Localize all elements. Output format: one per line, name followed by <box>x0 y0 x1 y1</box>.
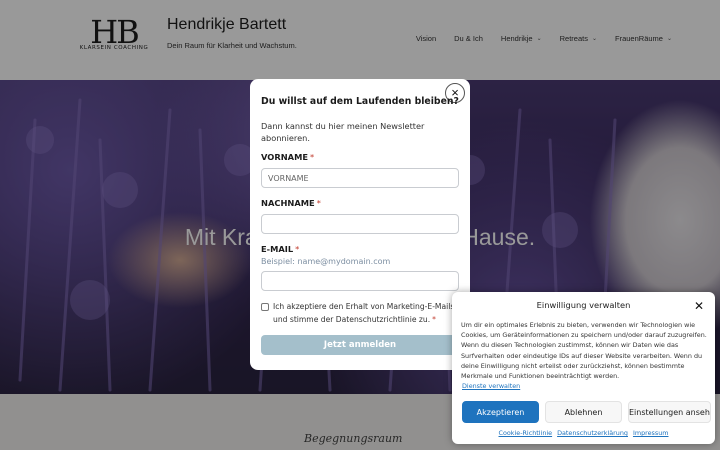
manage-services-link[interactable]: Dienste verwalten <box>462 382 520 390</box>
email-input[interactable] <box>261 271 459 291</box>
newsletter-intro: Dann kannst du hier meinen Newsletter ab… <box>261 121 425 143</box>
imprint-link[interactable]: Impressum <box>633 429 669 437</box>
firstname-label: VORNAME * <box>261 152 315 162</box>
privacy-policy-link[interactable]: Datenschutzerklärung <box>557 429 628 437</box>
lastname-label: NACHNAME * <box>261 198 321 208</box>
cookie-policy-link[interactable]: Cookie-Richtlinie <box>499 429 553 437</box>
firstname-input[interactable] <box>261 168 459 188</box>
required-marker: * <box>310 152 315 162</box>
lastname-input[interactable] <box>261 214 459 234</box>
close-icon[interactable]: ✕ <box>694 299 704 313</box>
deny-cookies-button[interactable]: Ablehnen <box>545 401 622 423</box>
required-marker: * <box>295 244 300 254</box>
cookie-description: Um dir ein optimales Erlebnis zu bieten,… <box>461 321 707 381</box>
newsletter-modal: × Du willst auf dem Laufenden bleiben? D… <box>250 79 470 370</box>
accept-cookies-button[interactable]: Akzeptieren <box>462 401 539 423</box>
consent-label[interactable]: Ich akzeptiere den Erhalt von Marketing-… <box>273 301 463 326</box>
cookie-consent-panel: Einwilligung verwalten ✕ Um dir ein opti… <box>452 292 715 444</box>
cookie-title: Einwilligung verwalten <box>536 300 631 310</box>
subscribe-button[interactable]: Jetzt anmelden <box>261 335 459 355</box>
email-hint: Beispiel: name@mydomain.com <box>261 257 391 266</box>
required-marker: * <box>316 198 321 208</box>
consent-checkbox[interactable] <box>261 303 269 311</box>
email-label: E-MAIL * <box>261 244 300 254</box>
view-settings-button[interactable]: Einstellungen ansehen <box>628 401 711 423</box>
newsletter-title: Du willst auf dem Laufenden bleiben? <box>261 96 459 107</box>
cookie-footer-links: Cookie-Richtlinie Datenschutzerklärung I… <box>452 429 715 437</box>
required-marker: * <box>432 314 436 324</box>
